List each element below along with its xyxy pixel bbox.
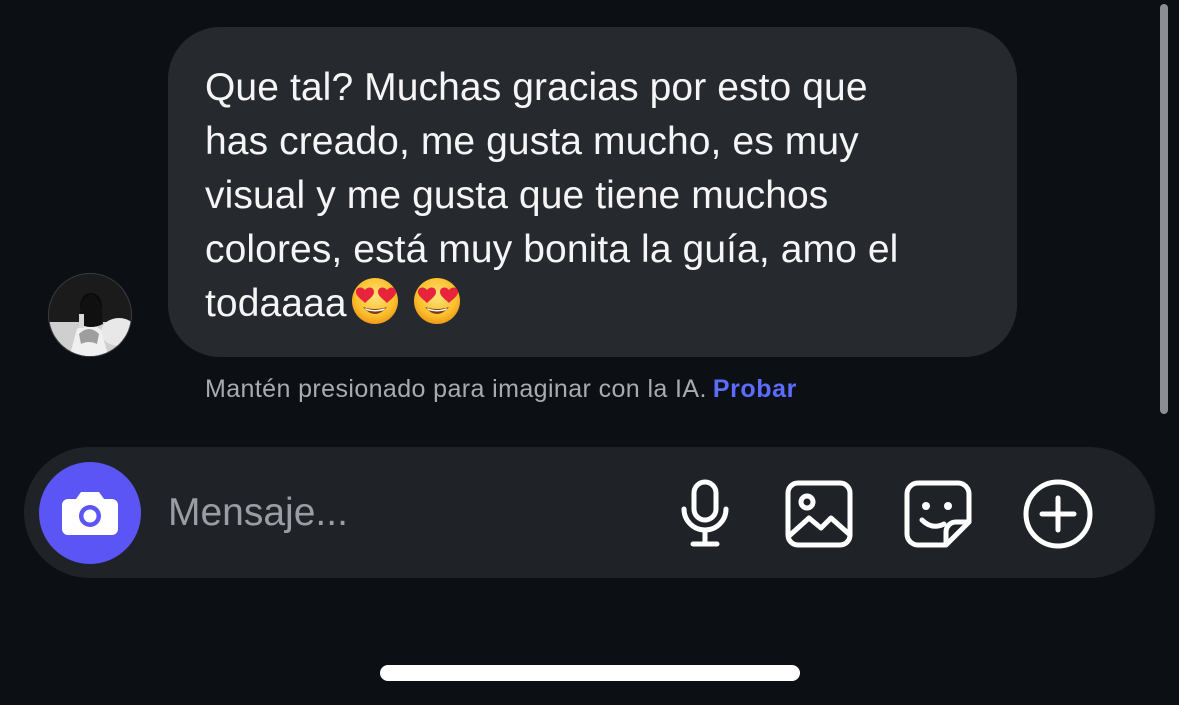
add-button[interactable]: [1020, 476, 1096, 552]
microphone-button[interactable]: [667, 476, 743, 552]
camera-button[interactable]: [39, 462, 141, 564]
message-composer: [24, 447, 1155, 578]
home-indicator[interactable]: [380, 665, 800, 681]
message-text: Que tal? Muchas gracias por esto que has…: [205, 66, 899, 325]
heart-eyes-emoji-icon: [351, 278, 398, 324]
try-ai-link[interactable]: Probar: [713, 375, 797, 403]
ai-hint: Mantén presionado para imaginar con la I…: [205, 372, 797, 406]
image-gallery-icon: [785, 480, 853, 548]
camera-icon: [62, 492, 118, 535]
add-circle-icon: [1023, 479, 1093, 549]
microphone-icon: [681, 479, 729, 547]
ai-hint-text: Mantén presionado para imaginar con la I…: [205, 375, 707, 403]
gallery-button[interactable]: [781, 476, 857, 552]
sticker-icon: [904, 480, 972, 548]
sender-avatar[interactable]: [48, 273, 132, 357]
message-input[interactable]: [168, 481, 628, 545]
profile-photo: [49, 274, 131, 356]
heart-eyes-emoji-icon: [413, 278, 460, 324]
sticker-button[interactable]: [900, 476, 976, 552]
message-bubble[interactable]: Que tal? Muchas gracias por esto que has…: [168, 27, 1017, 357]
chat-screen: Que tal? Muchas gracias por esto que has…: [0, 0, 1179, 705]
scrollbar[interactable]: [1160, 4, 1168, 414]
